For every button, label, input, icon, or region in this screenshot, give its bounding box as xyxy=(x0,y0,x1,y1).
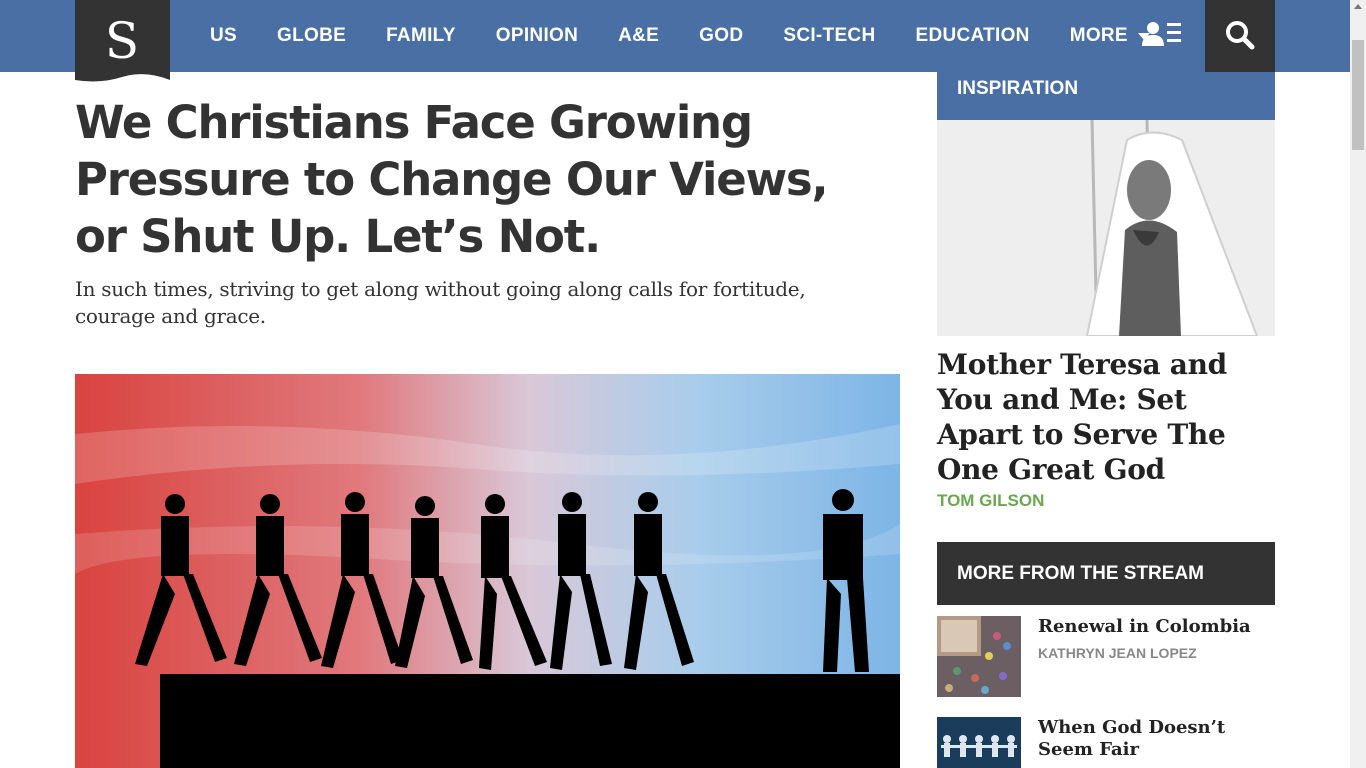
user-menu-icon xyxy=(1142,22,1181,46)
scroll-up-icon[interactable] xyxy=(1354,4,1362,9)
nav-item-family[interactable]: FAMILY xyxy=(386,25,456,47)
nav-item-more[interactable]: MORE xyxy=(1070,25,1150,47)
more-label: MORE xyxy=(1069,25,1128,46)
search-icon xyxy=(1226,21,1255,50)
article-dek: In such times, striving to get along wit… xyxy=(75,277,806,328)
scroll-thumb[interactable] xyxy=(1352,40,1364,150)
main-nav: US GLOBE FAMILY OPINION A&E GOD SCI-TECH… xyxy=(190,0,1190,72)
stream-item-thumbnail[interactable] xyxy=(937,717,1021,768)
more-from-stream-header: MORE FROM THE STREAM xyxy=(937,542,1275,605)
site-logo[interactable]: S xyxy=(75,0,170,84)
nav-item-education[interactable]: EDUCATION xyxy=(915,25,1029,47)
inspiration-image[interactable] xyxy=(937,120,1275,336)
stream-item-author[interactable]: KATHRYN JEAN LOPEZ xyxy=(1038,645,1197,661)
inspiration-section-header[interactable]: INSPIRATION xyxy=(937,72,1275,120)
nav-item-us[interactable]: US xyxy=(210,25,237,47)
inspiration-article-title[interactable]: Mother Teresa and You and Me: Set Apart … xyxy=(937,347,1277,487)
top-nav-bar: US GLOBE FAMILY OPINION A&E GOD SCI-TECH… xyxy=(0,0,1350,72)
logo-badge: S xyxy=(75,0,170,82)
stream-item-title[interactable]: When God Doesn’t Seem Fair xyxy=(1038,717,1278,761)
nav-item-sci-tech[interactable]: SCI-TECH xyxy=(783,25,875,47)
article-title: We Christians Face Growing Pressure to C… xyxy=(75,96,829,263)
account-menu-button[interactable] xyxy=(1140,16,1190,56)
hero-image xyxy=(75,374,900,768)
search-button[interactable] xyxy=(1205,0,1275,72)
stream-item-thumbnail[interactable] xyxy=(937,616,1021,697)
logo-letter: S xyxy=(105,12,139,70)
page-scrollbar[interactable] xyxy=(1350,0,1366,768)
nav-item-god[interactable]: GOD xyxy=(699,25,743,47)
nav-item-ae[interactable]: A&E xyxy=(618,25,659,47)
stream-item-title[interactable]: Renewal in Colombia xyxy=(1038,616,1278,638)
inspiration-author[interactable]: TOM GILSON xyxy=(937,491,1044,511)
nav-item-opinion[interactable]: OPINION xyxy=(496,25,578,47)
nav-item-globe[interactable]: GLOBE xyxy=(277,25,346,47)
